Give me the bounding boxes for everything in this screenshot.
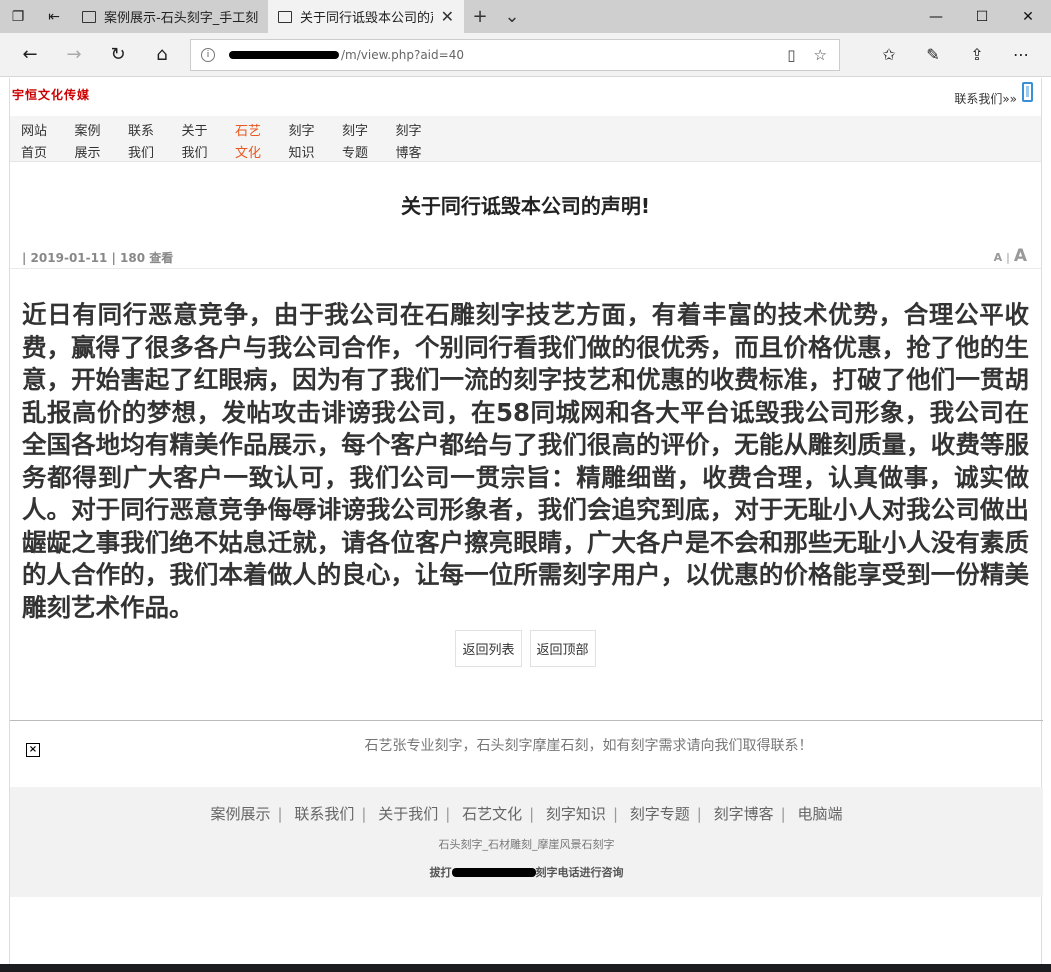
address-bar: ← → ↻ ⌂ i /m/view.php?aid=40 ▯ ☆ ✩ ✎ ⇪ ⋯ (0, 33, 1051, 77)
article-actions: 返回列表 返回顶部 (10, 630, 1041, 667)
nav-item-knowledge[interactable]: 刻字 知识 (284, 116, 338, 161)
nav-item-about[interactable]: 关于 我们 (177, 116, 231, 161)
url-text: /m/view.php?aid=40 (341, 47, 464, 62)
share-icon[interactable]: ⇪ (955, 45, 999, 64)
footer-link-about[interactable]: 关于我们 (378, 805, 438, 823)
back-to-top-button[interactable]: 返回顶部 (529, 630, 596, 667)
page-icon (82, 10, 96, 23)
article-body: 近日有同行恶意竞争，由于我公司在石雕刻字技艺方面，有着丰富的技术优势，合理公平收… (22, 300, 1029, 622)
footer-link-contact[interactable]: 联系我们 (294, 805, 354, 823)
tab-title: 关于同行诋毁本公司的声明 (300, 11, 433, 26)
taskbar-edge (0, 964, 1051, 972)
nav-item-topics[interactable]: 刻字 专题 (337, 116, 391, 161)
new-tab-icon[interactable]: + (464, 0, 496, 33)
nav-item-cases[interactable]: 案例 展示 (70, 116, 124, 161)
font-larger-button[interactable]: A (1014, 246, 1027, 266)
nav-item-contact[interactable]: 联系 我们 (123, 116, 177, 161)
redacted-domain (229, 50, 339, 59)
favorites-hub-icon[interactable]: ✩ (867, 45, 911, 64)
url-input[interactable]: i /m/view.php?aid=40 ▯ ☆ (190, 38, 840, 71)
close-window-icon[interactable]: ✕ (1005, 0, 1051, 33)
more-icon[interactable]: ⋯ (999, 45, 1043, 64)
footer-link-desktop[interactable]: 电脑端 (798, 805, 843, 823)
footer-link-knowledge[interactable]: 刻字知识 (546, 805, 606, 823)
refresh-icon[interactable]: ↻ (96, 38, 140, 72)
site-logo[interactable]: 宇恒文化传媒 (12, 86, 90, 103)
redacted-phone (451, 867, 536, 877)
maximize-icon[interactable]: ☐ (959, 0, 1005, 33)
tab-statement[interactable]: 关于同行诋毁本公司的声明 ✕ (268, 0, 464, 33)
home-icon[interactable]: ⌂ (140, 38, 184, 72)
nav-item-stone-art[interactable]: 石艺 文化 (230, 116, 284, 161)
contact-us-link[interactable]: 联系我们»» (954, 90, 1017, 107)
notice-text: 石艺张专业刻字，石头刻字摩崖石刻，如有刻字需求请向我们取得联系！ (364, 738, 813, 754)
window-controls: — ☐ ✕ (913, 0, 1051, 33)
pen-icon[interactable]: ✎ (911, 45, 955, 64)
back-arrow-icon[interactable]: ← (8, 38, 52, 72)
tab-bar: ❐ ⇤ 案例展示-石头刻字_手工刻字 关于同行诋毁本公司的声明 ✕ + ⌄ — … (0, 0, 1051, 33)
footer-subtitle: 石头刻字_石材雕刻_摩崖风景石刻字 (438, 838, 615, 851)
article-date-views: | 2019-01-11 | 180 查看 (22, 251, 174, 265)
reading-view-icon[interactable]: ▯ (787, 46, 795, 64)
nav-item-home[interactable]: 网站 首页 (16, 116, 70, 161)
footer-phone: 拔打 刻字电话进行咨询 (429, 866, 624, 879)
site-footer: 案例展示 | 联系我们 | 关于我们 | 石艺文化 | 刻字知识 | 刻字专题 | 刻字博客… (10, 787, 1043, 897)
article-title: 关于同行诋毁本公司的声明! (400, 194, 651, 218)
favorite-star-icon[interactable]: ☆ (814, 46, 827, 64)
minimize-icon[interactable]: — (913, 0, 959, 33)
font-smaller-button[interactable]: A (994, 251, 1003, 264)
chevron-down-icon[interactable]: ⌄ (496, 0, 528, 33)
footer-link-stone-art[interactable]: 石艺文化 (462, 805, 522, 823)
nav-item-blog[interactable]: 刻字 博客 (391, 116, 445, 161)
toolbar: ✩ ✎ ⇪ ⋯ (867, 45, 1043, 64)
web-page: 宇恒文化传媒 联系我们»» 网站 首页 案例 展示 联系 我们 关于 我们 石艺 文化 刻… (9, 78, 1043, 964)
set-tabs-aside-icon[interactable]: ⇤ (36, 0, 72, 33)
browser-window: ❐ ⇤ 案例展示-石头刻字_手工刻字 关于同行诋毁本公司的声明 ✕ + ⌄ — … (0, 0, 1051, 964)
article-meta: | 2019-01-11 | 180 查看 A | A (10, 246, 1041, 269)
forward-arrow-icon[interactable]: → (52, 38, 96, 72)
phone-icon[interactable] (1022, 82, 1033, 102)
back-to-list-button[interactable]: 返回列表 (455, 630, 522, 667)
font-size-controls: A | A (993, 246, 1027, 266)
footer-link-topics[interactable]: 刻字专题 (630, 805, 690, 823)
close-tab-icon[interactable]: ✕ (441, 7, 454, 26)
tab-case-showcase[interactable]: 案例展示-石头刻字_手工刻字 (72, 0, 268, 33)
tab-overview-icon[interactable]: ❐ (0, 0, 36, 33)
site-header: 宇恒文化传媒 联系我们»» (10, 78, 1041, 116)
footer-links: 案例展示 | 联系我们 | 关于我们 | 石艺文化 | 刻字知识 | 刻字专题 | 刻字博客… (210, 805, 843, 823)
tab-title: 案例展示-石头刻字_手工刻字 (104, 11, 258, 26)
notice-row: × 石艺张专业刻字，石头刻字摩崖石刻，如有刻字需求请向我们取得联系！ (10, 721, 1043, 787)
site-nav: 网站 首页 案例 展示 联系 我们 关于 我们 石艺 文化 刻字 知识 刻字 专题 刻字 博客 (10, 116, 1041, 162)
footer-link-blog[interactable]: 刻字博客 (714, 805, 774, 823)
footer-link-cases[interactable]: 案例展示 (210, 805, 270, 823)
site-info-icon[interactable]: i (201, 47, 215, 62)
page-icon (278, 10, 292, 23)
